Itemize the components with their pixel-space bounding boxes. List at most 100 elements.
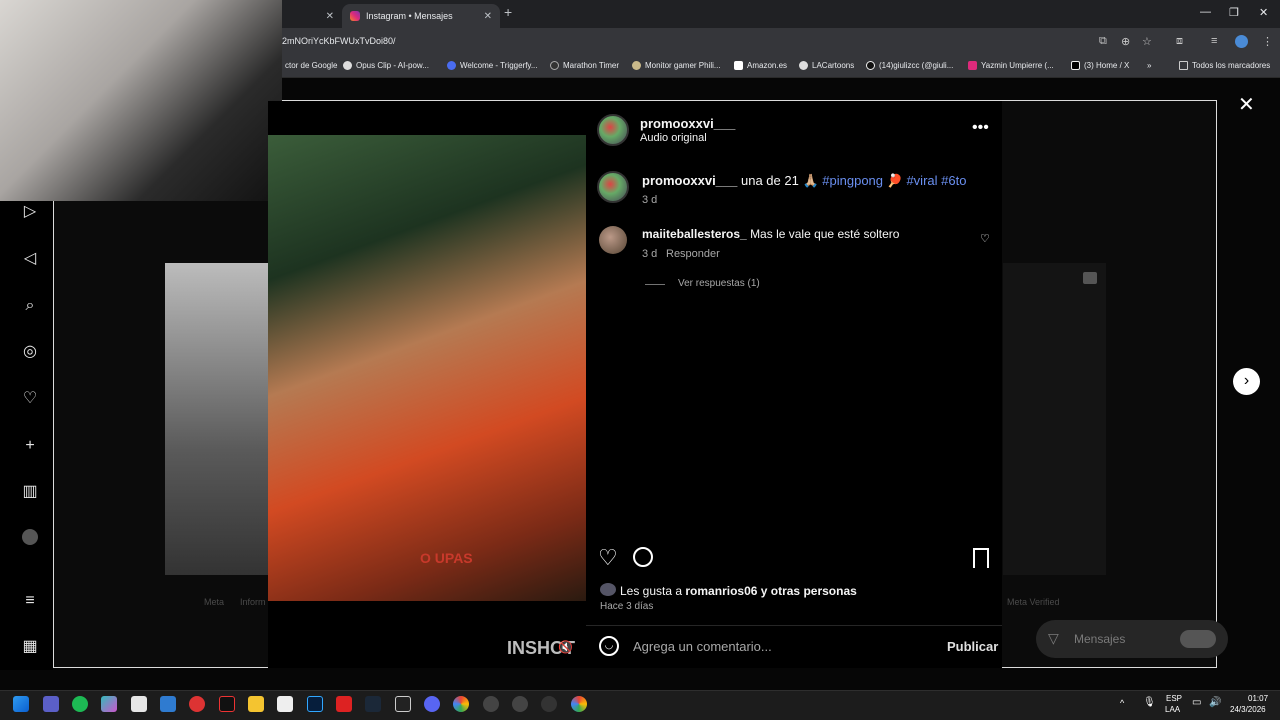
- emoji-picker-icon[interactable]: ◡: [599, 636, 619, 656]
- close-icon[interactable]: ✕: [1238, 92, 1255, 117]
- hashtag-link[interactable]: #pingpong: [822, 173, 883, 188]
- install-app-icon[interactable]: ⧉: [1099, 35, 1107, 48]
- video-watermark: O UPAS: [420, 550, 473, 566]
- spotify-icon[interactable]: [72, 696, 88, 712]
- keyboard-layout-indicator[interactable]: LAA: [1165, 705, 1180, 714]
- new-tab-icon[interactable]: +: [504, 4, 512, 20]
- app-icon[interactable]: [512, 696, 528, 712]
- save-bookmark-icon[interactable]: [973, 548, 989, 568]
- steam-icon[interactable]: [365, 696, 381, 712]
- publish-button[interactable]: Publicar: [947, 639, 998, 654]
- file-explorer-icon[interactable]: [248, 696, 264, 712]
- comment-icon[interactable]: [633, 547, 653, 567]
- windows-start-icon[interactable]: [13, 696, 29, 712]
- app-icon[interactable]: [483, 696, 499, 712]
- app-icon[interactable]: [189, 696, 205, 712]
- explore-icon[interactable]: ◎: [20, 342, 40, 362]
- create-icon[interactable]: +: [20, 436, 40, 456]
- reels-icon[interactable]: ▷: [20, 202, 40, 222]
- bookmark-item[interactable]: Marathon Timer: [550, 61, 619, 70]
- chrome-icon[interactable]: [571, 696, 587, 712]
- audio-label[interactable]: Audio original: [640, 132, 707, 144]
- caption-avatar[interactable]: [597, 171, 629, 203]
- bookmark-item[interactable]: (14)giulizcc (@giuli...: [866, 61, 953, 70]
- restore-icon[interactable]: ❐: [1229, 6, 1239, 19]
- browser-tab-instagram[interactable]: Instagram • Mensajes ✕: [342, 4, 500, 28]
- profile-avatar-icon[interactable]: [1235, 35, 1248, 48]
- close-tab-icon[interactable]: ✕: [484, 11, 492, 22]
- likes-summary[interactable]: Les gusta a romanrios06 y otras personas: [620, 584, 857, 598]
- more-options-icon[interactable]: •••: [972, 119, 989, 137]
- volume-icon[interactable]: 🔊: [1209, 697, 1221, 708]
- browser-tab-inactive[interactable]: ✕: [282, 4, 342, 28]
- profile-avatar-icon[interactable]: [22, 529, 38, 545]
- url-text[interactable]: 2mNOriYcKbFWUxTvDoi80/: [282, 36, 396, 46]
- bookmark-item[interactable]: Monitor gamer Phili...: [632, 61, 721, 70]
- close-window-icon[interactable]: ✕: [1259, 6, 1268, 19]
- discord-icon[interactable]: [424, 696, 440, 712]
- bookmark-item[interactable]: (3) Home / X: [1071, 61, 1129, 70]
- minimize-icon[interactable]: —: [1200, 6, 1211, 18]
- bookmark-item[interactable]: ctor de Google: [285, 61, 337, 70]
- hashtag-link[interactable]: #viral: [906, 173, 937, 188]
- commenter-avatar[interactable]: [599, 226, 627, 254]
- likes-prefix: Les gusta a: [620, 584, 683, 598]
- next-post-chevron-icon[interactable]: ›: [1233, 368, 1260, 395]
- close-tab-icon[interactable]: ✕: [326, 11, 334, 22]
- clock-date[interactable]: 24/3/2026: [1230, 705, 1266, 714]
- media-icon[interactable]: ≡: [1211, 35, 1217, 47]
- reply-button[interactable]: Responder: [666, 248, 720, 260]
- bookmark-item[interactable]: Amazon.es: [734, 61, 787, 70]
- notes-icon[interactable]: [131, 696, 147, 712]
- mute-icon[interactable]: 🔇: [558, 640, 573, 654]
- tray-chevron-icon[interactable]: ^: [1120, 698, 1124, 708]
- author-avatar[interactable]: [597, 114, 629, 146]
- language-indicator[interactable]: ESP: [1166, 694, 1182, 703]
- chrome-icon[interactable]: [453, 696, 469, 712]
- epic-games-icon[interactable]: [395, 696, 411, 712]
- zoom-icon[interactable]: ⊕: [1121, 35, 1130, 48]
- app-icon[interactable]: [160, 696, 176, 712]
- clock-time[interactable]: 01:07: [1248, 694, 1268, 703]
- dashboard-icon[interactable]: ▥: [20, 482, 40, 502]
- notifications-heart-icon[interactable]: ♡: [20, 389, 40, 409]
- more-bookmarks-icon[interactable]: »: [1147, 61, 1151, 70]
- messages-icon[interactable]: ◁: [20, 249, 40, 269]
- apps-grid-icon[interactable]: ▦: [20, 637, 40, 657]
- menu-icon[interactable]: ≡: [20, 591, 40, 611]
- comment-like-icon[interactable]: ♡: [980, 232, 990, 245]
- footer-link[interactable]: Meta Verified: [1007, 597, 1060, 607]
- copilot-icon[interactable]: [101, 696, 117, 712]
- like-heart-icon[interactable]: ♡: [598, 545, 618, 571]
- bookmark-item[interactable]: Welcome - Triggerfy...: [447, 61, 538, 70]
- photoshop-icon[interactable]: [307, 696, 323, 712]
- bookmark-item[interactable]: Opus Clip - AI-pow...: [343, 61, 429, 70]
- likes-users[interactable]: romanrios06 y otras personas: [685, 584, 856, 598]
- teams-icon[interactable]: [43, 696, 59, 712]
- app-icon[interactable]: [277, 696, 293, 712]
- all-bookmarks-folder[interactable]: Todos los marcadores: [1179, 61, 1270, 70]
- messages-button[interactable]: ▽ Mensajes: [1036, 620, 1228, 658]
- bookmark-star-icon[interactable]: ☆: [1142, 35, 1152, 48]
- menu-kebab-icon[interactable]: ⋮: [1262, 35, 1273, 48]
- microphone-icon[interactable]: 🎙: [1143, 697, 1156, 708]
- network-icon[interactable]: ▭: [1192, 697, 1201, 708]
- hashtag-link[interactable]: #6to: [941, 173, 966, 188]
- search-icon[interactable]: ⌕: [20, 296, 40, 316]
- app-icon[interactable]: [336, 696, 352, 712]
- app-icon[interactable]: [541, 696, 557, 712]
- footer-link[interactable]: Meta: [204, 597, 224, 607]
- footer-link[interactable]: Inform: [240, 597, 266, 607]
- divider: [586, 625, 1002, 626]
- caption-username[interactable]: promooxxvi___: [642, 173, 737, 188]
- bookmark-item[interactable]: LACartoons: [799, 61, 854, 70]
- tiktok-icon[interactable]: [219, 696, 235, 712]
- bookmark-item[interactable]: Yazmin Umpierre (...: [968, 61, 1054, 70]
- comment-username[interactable]: maiiteballesteros_: [642, 227, 747, 241]
- view-replies-button[interactable]: Ver respuestas (1): [678, 278, 760, 289]
- author-username[interactable]: promooxxvi___: [640, 116, 735, 131]
- comment-input[interactable]: Agrega un comentario...: [633, 639, 772, 654]
- extensions-icon[interactable]: ⧈: [1176, 35, 1183, 48]
- emoji: 🙏🏼: [802, 173, 819, 188]
- comment-age: 3 d: [642, 248, 658, 260]
